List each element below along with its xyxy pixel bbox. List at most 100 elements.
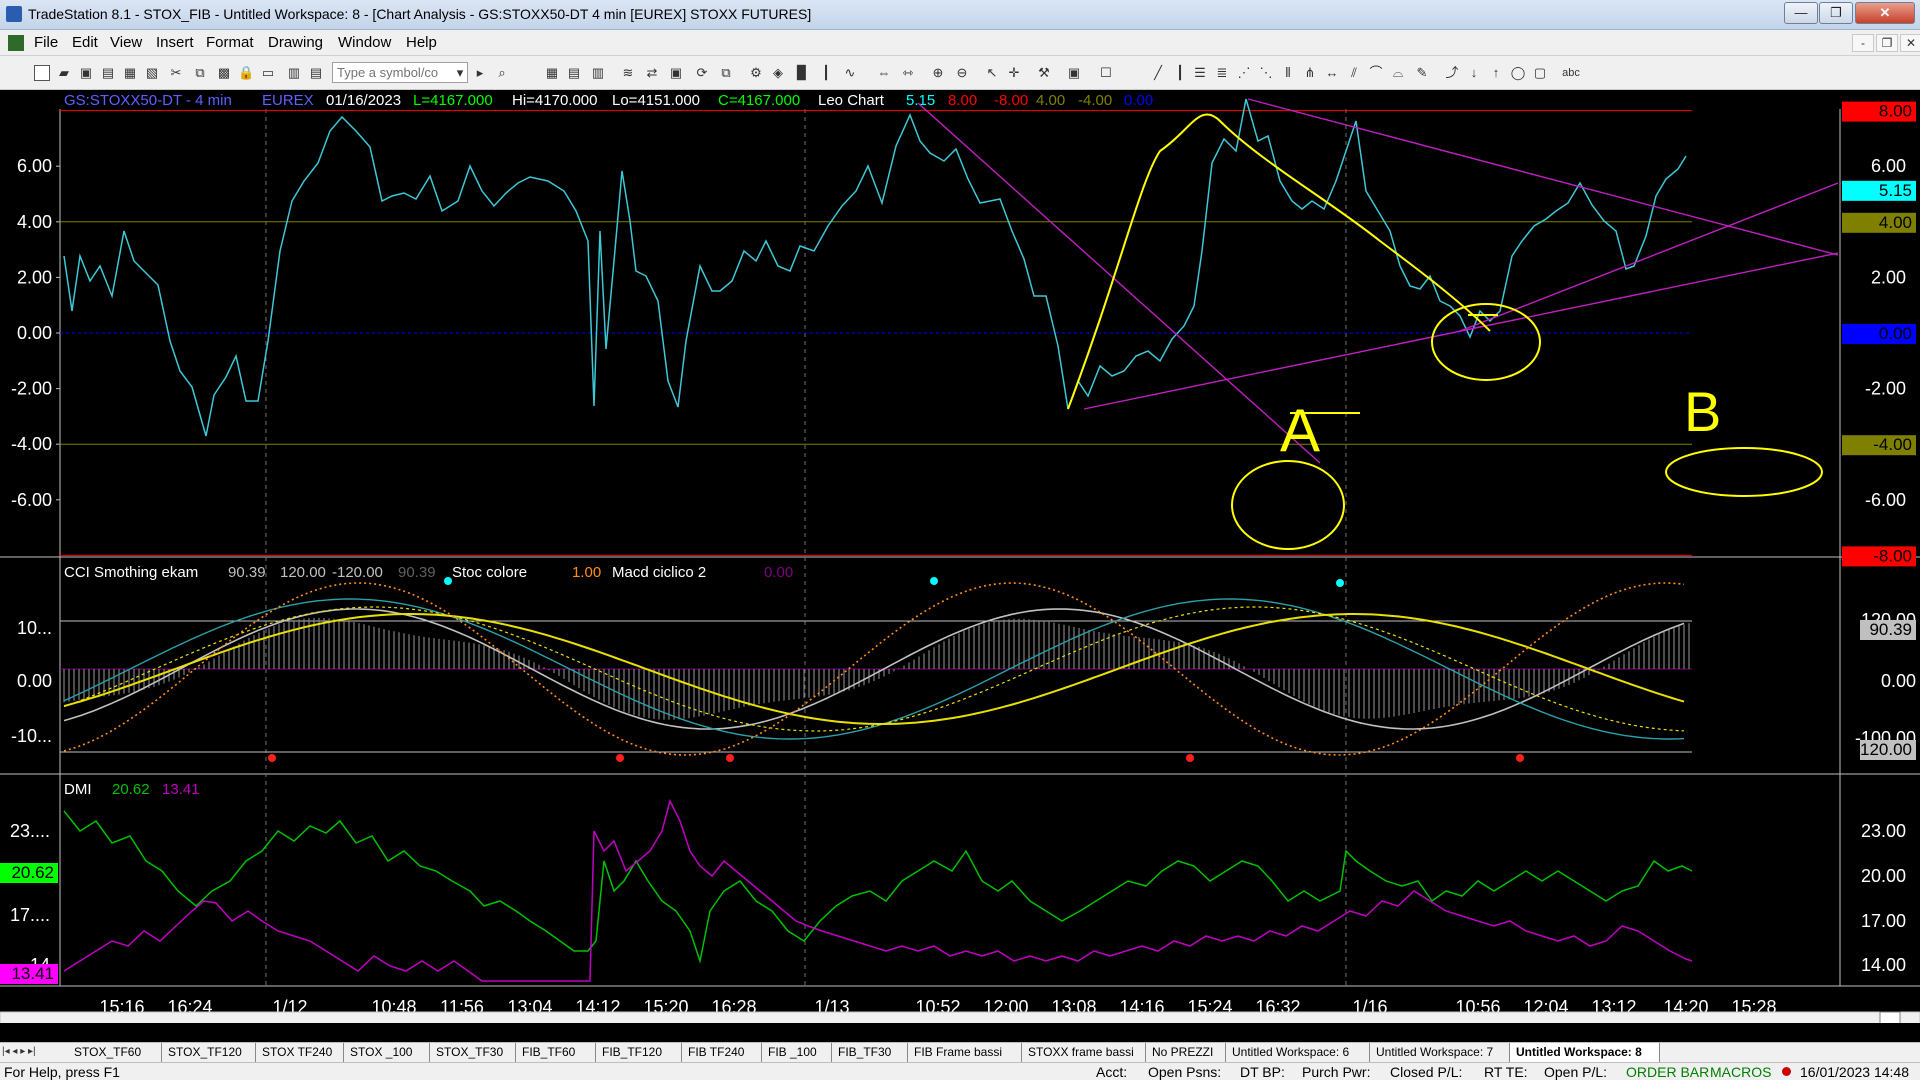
symbol-dropdown-icon[interactable]: ▾ (452, 65, 468, 81)
freehand-icon[interactable]: ⤴ (1444, 65, 1460, 81)
zoom-in-icon[interactable]: ⊕ (930, 65, 946, 81)
line-chart-icon[interactable]: ∿ (842, 65, 858, 81)
arrow-up-icon[interactable]: ↑ (1488, 65, 1504, 81)
doc-close-button[interactable]: ✕ (1900, 34, 1920, 52)
link-icon[interactable]: ▭ (260, 65, 276, 81)
hand-drawn-circle-cci[interactable] (1231, 460, 1345, 550)
menu-window[interactable]: Window (338, 34, 391, 51)
ellipse-icon[interactable]: ◯ (1510, 65, 1526, 81)
indicator-icon[interactable]: ≋ (620, 65, 636, 81)
expand-icon[interactable]: ⇿ (900, 65, 916, 81)
matrix-icon[interactable]: ▥ (590, 65, 606, 81)
chart-canvas[interactable]: GS:STOXX50-DT - 4 min EUREX 01/16/2023 L=41… (0, 91, 1920, 1025)
crosshair-icon[interactable]: ✛ (1006, 65, 1022, 81)
workspace-tab[interactable]: STOX_TF60 (68, 1043, 162, 1062)
menu-help[interactable]: Help (406, 34, 437, 51)
cut-icon[interactable]: ✂ (168, 65, 184, 81)
zoom-out-icon[interactable]: ⊖ (954, 65, 970, 81)
workspace-tab[interactable]: STOX _100 (344, 1043, 430, 1062)
print-icon[interactable]: ▧ (144, 65, 160, 81)
trendline-down[interactable] (917, 102, 1321, 464)
copy-icon[interactable]: ⧉ (192, 65, 208, 81)
workspace-tab[interactable]: Untitled Workspace: 8 (1510, 1043, 1660, 1062)
bar-chart-icon[interactable]: ▉ (794, 65, 810, 81)
minimize-button[interactable]: — (1784, 2, 1818, 24)
fib-icon[interactable]: ≣ (1214, 65, 1230, 81)
workspace-tab[interactable]: STOX_TF120 (162, 1043, 256, 1062)
horizontal-lines-icon[interactable]: ☰ (1192, 65, 1208, 81)
close-button[interactable]: ✕ (1855, 2, 1915, 24)
symbol-lookup-icon[interactable]: ⌕ (494, 65, 510, 81)
save-all-icon[interactable]: ▤ (100, 65, 116, 81)
trendline-icon[interactable]: ╱ (1150, 65, 1166, 81)
refresh-icon[interactable]: ⟳ (694, 65, 710, 81)
macros-button[interactable]: MACROS (1710, 1064, 1771, 1080)
workspace-icon[interactable]: ⧉ (718, 65, 734, 81)
andrews-icon[interactable]: ⫴ (1280, 65, 1296, 81)
lock-icon[interactable]: 🔒 (238, 65, 254, 81)
workspace-tab[interactable]: FIB Frame bassi (908, 1043, 1022, 1062)
menu-format[interactable]: Format (206, 34, 254, 51)
chart-analysis-window[interactable]: GS:STOXX50-DT - 4 min EUREX 01/16/2023 L=41… (0, 91, 1920, 1025)
channel-icon[interactable]: ⌓ (1390, 65, 1406, 81)
hand-drawn-circle-b[interactable] (1665, 447, 1823, 497)
workspace-tab[interactable]: FIB TF240 (682, 1043, 762, 1062)
order-bar-button[interactable]: ORDER BAR (1626, 1064, 1709, 1080)
menu-insert[interactable]: Insert (156, 34, 194, 51)
gann-fan-icon[interactable]: ⋰ (1236, 65, 1252, 81)
horizontal-line-icon[interactable]: ↔ (1324, 65, 1340, 81)
insert-window-icon[interactable]: ▣ (668, 65, 684, 81)
arrow-down-icon[interactable]: ↓ (1466, 65, 1482, 81)
menu-view[interactable]: View (110, 34, 142, 51)
open-folder-icon[interactable]: ▰ (56, 65, 72, 81)
chart-icon[interactable]: ▦ (544, 65, 560, 81)
speed-lines-icon[interactable]: ⋱ (1258, 65, 1274, 81)
chart-doc-icon[interactable] (8, 35, 24, 51)
workspace-tab[interactable]: FIB_TF30 (832, 1043, 908, 1062)
menu-drawing[interactable]: Drawing (268, 34, 323, 51)
symbol-input[interactable] (332, 62, 468, 83)
doc-minimize-button[interactable]: - (1852, 34, 1874, 52)
portfolio-icon[interactable]: ◈ (770, 65, 786, 81)
save-icon[interactable]: ▣ (78, 65, 94, 81)
workspace-tab[interactable]: STOX_TF30 (430, 1043, 516, 1062)
hand-icon[interactable]: ☐ (1098, 65, 1114, 81)
maximize-button[interactable]: ❐ (1819, 2, 1853, 24)
workspace-tab[interactable]: FIB_TF120 (596, 1043, 682, 1062)
arc-icon[interactable]: ⌒ (1368, 65, 1384, 81)
menu-edit[interactable]: Edit (72, 34, 98, 51)
cycle-icon[interactable]: ⋔ (1302, 65, 1318, 81)
vertical-lines-icon[interactable]: ┃ (1172, 65, 1188, 81)
tools-icon[interactable]: ⚒ (1036, 65, 1052, 81)
menu-file[interactable]: File (34, 34, 58, 51)
format-window-icon[interactable]: ▥ (286, 65, 302, 81)
tab-scroll-arrows[interactable]: |◂ ◂ ▸ ▸| (2, 1046, 36, 1057)
workspace-tab[interactable]: Untitled Workspace: 7 (1370, 1043, 1510, 1062)
new-file-icon[interactable] (34, 65, 50, 81)
print-preview-icon[interactable]: ▦ (122, 65, 138, 81)
rectangle-icon[interactable]: ▢ (1532, 65, 1548, 81)
go-icon[interactable]: ▸ (472, 65, 488, 81)
workspace-tab[interactable]: Untitled Workspace: 6 (1226, 1043, 1370, 1062)
workspace-tab[interactable]: FIB_TF60 (516, 1043, 596, 1062)
format-symbol-icon[interactable]: ▤ (308, 65, 324, 81)
strategy-icon[interactable]: ⇄ (644, 65, 660, 81)
pointer-icon[interactable]: ↖ (984, 65, 1000, 81)
radar-icon[interactable]: ▤ (566, 65, 582, 81)
paste-icon[interactable]: ▩ (216, 65, 232, 81)
workspace-tab[interactable]: FIB _100 (762, 1043, 832, 1062)
scrollbar-thumb[interactable] (1879, 1011, 1901, 1025)
hand-drawn-curve[interactable] (1067, 113, 1491, 410)
workspace-tab[interactable]: No PREZZI (1146, 1043, 1226, 1062)
chart-horizontal-scrollbar[interactable] (0, 1011, 1920, 1025)
order-icon[interactable]: ▣ (1066, 65, 1082, 81)
text-tool-icon[interactable]: abc (1556, 65, 1586, 81)
parallel-lines-icon[interactable]: ⫽ (1346, 65, 1362, 81)
trendline-resistance[interactable] (1247, 98, 1839, 256)
scroll-icon[interactable]: ⇔ (876, 65, 892, 81)
options-icon[interactable]: ⚙ (748, 65, 764, 81)
pen-icon[interactable]: ✎ (1414, 65, 1430, 81)
candle-icon[interactable]: ┃ (818, 65, 834, 81)
doc-restore-button[interactable]: ❐ (1876, 34, 1898, 52)
workspace-tab[interactable]: STOXX frame bassi (1022, 1043, 1146, 1062)
